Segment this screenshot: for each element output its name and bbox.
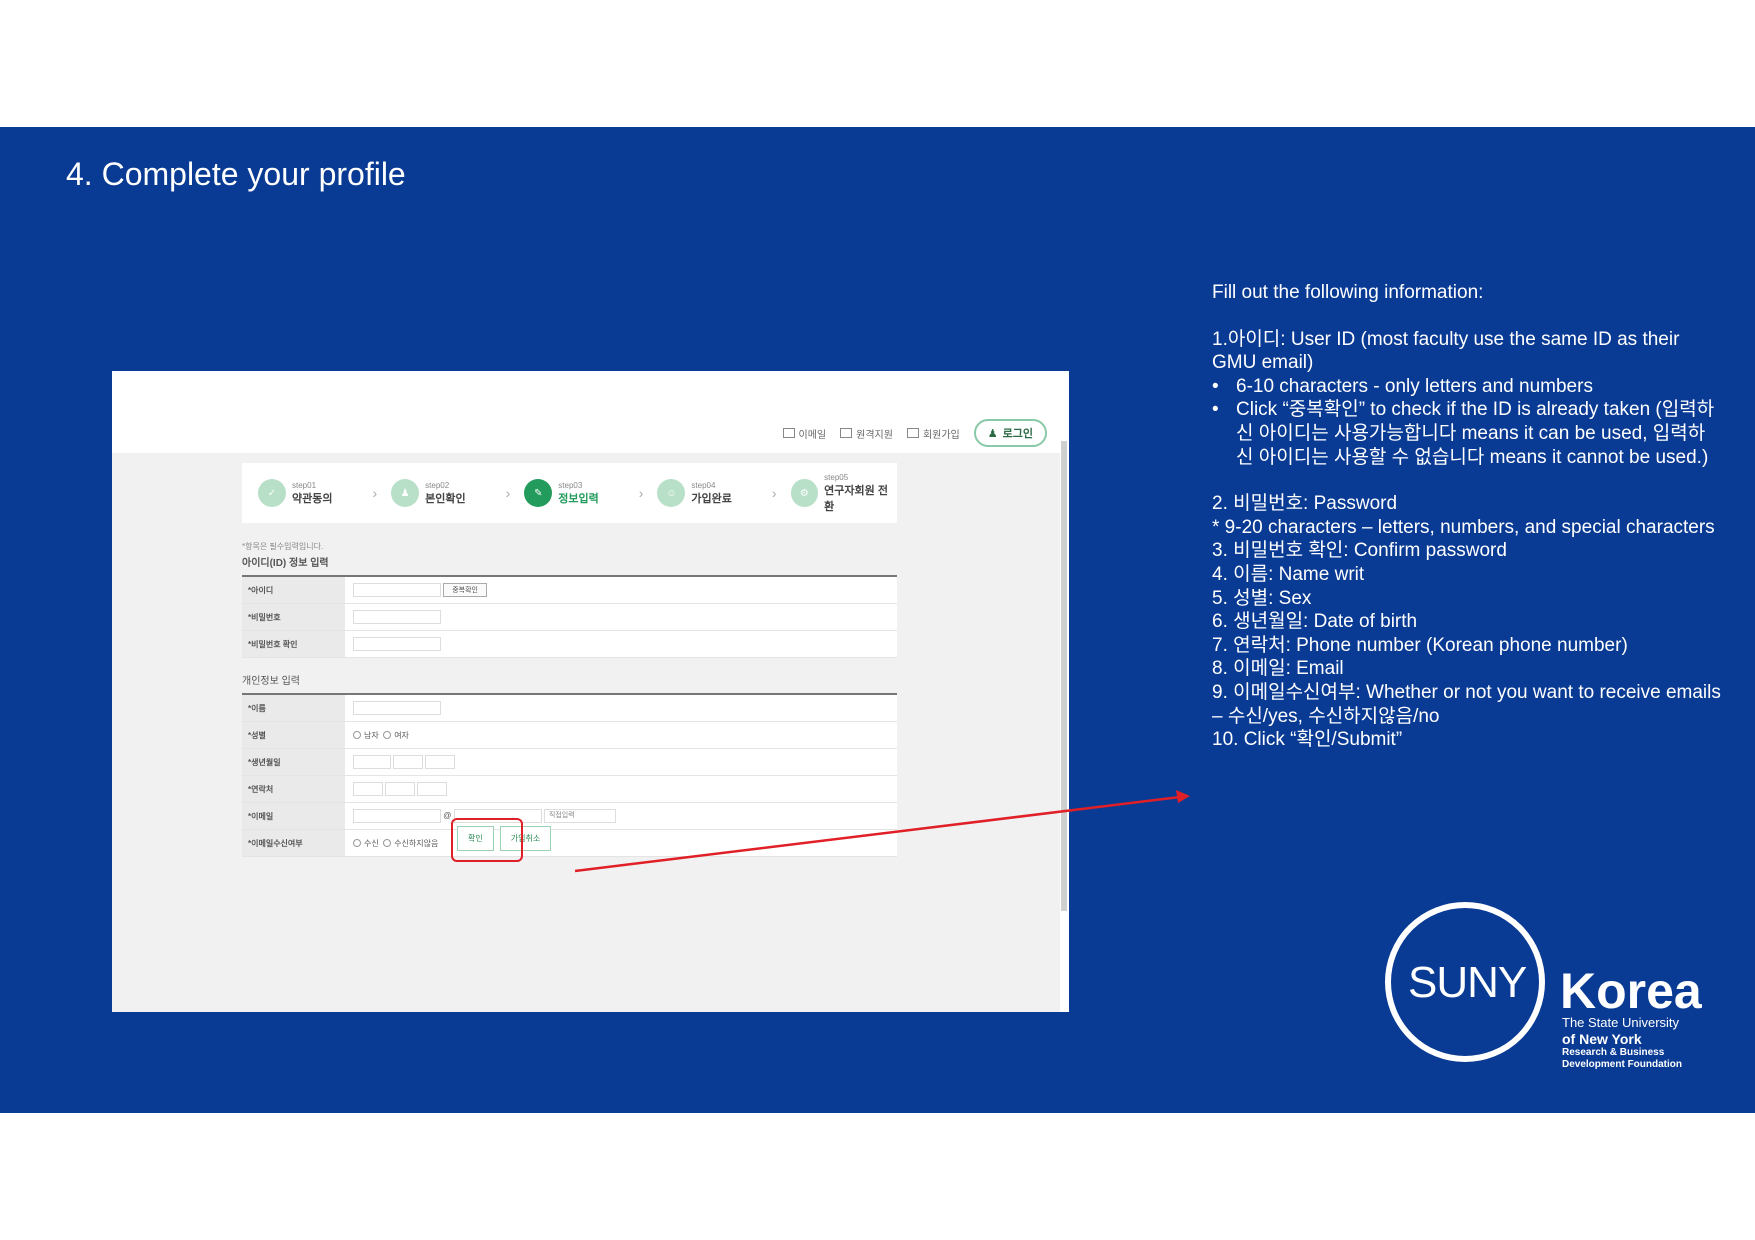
- instruction-item-10: 10. Click “확인/Submit”: [1212, 729, 1403, 751]
- instruction-item-6: 6. 생년월일: Date of birth: [1212, 611, 1418, 633]
- instruction-item-9: 9. 이메일수신여부: Whether or not you want to r…: [1212, 681, 1721, 727]
- instruction-item-1-bullets: 6-10 characters - only letters and numbe…: [1212, 375, 1722, 469]
- suny-korea-logo: SUNY Korea The State University of New Y…: [1385, 902, 1715, 1078]
- instruction-item-5: 5. 성별: Sex: [1212, 587, 1312, 609]
- instruction-item-7: 7. 연락처: Phone number (Korean phone numbe…: [1212, 634, 1628, 656]
- instruction-item-8: 8. 이메일: Email: [1212, 658, 1344, 680]
- logo-line-2: of New York: [1562, 1031, 1642, 1047]
- instruction-bullet: 6-10 characters - only letters and numbe…: [1212, 375, 1722, 399]
- instruction-item-1: 1.아이디: User ID (most faculty use the sam…: [1212, 328, 1680, 374]
- instructions-intro: Fill out the following information:: [1212, 282, 1484, 303]
- instruction-bullet: Click “중복확인” to check if the ID is alrea…: [1212, 398, 1722, 469]
- instruction-item-2-note: * 9-20 characters – letters, numbers, an…: [1212, 516, 1715, 538]
- logo-line-1: The State University: [1562, 1015, 1680, 1030]
- instructions-panel: Fill out the following information: 1.아이…: [1212, 281, 1722, 752]
- instruction-item-3: 3. 비밀번호 확인: Confirm password: [1212, 540, 1507, 562]
- logo-suny-text: SUNY: [1408, 958, 1527, 1007]
- logo-korea-text: Korea: [1560, 963, 1702, 1019]
- logo-line-3: Research & Business Development Foundati…: [1562, 1047, 1682, 1070]
- instruction-item-4: 4. 이름: Name writ: [1212, 563, 1365, 585]
- instruction-item-2: 2. 비밀번호: Password: [1212, 493, 1398, 515]
